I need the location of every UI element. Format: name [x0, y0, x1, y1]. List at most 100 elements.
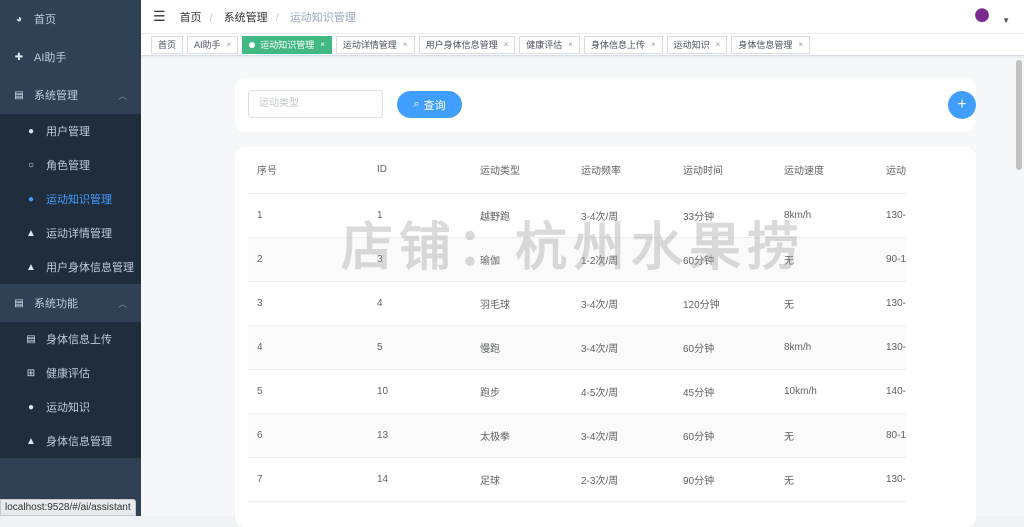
sidebar: ◕ 首页 ✚ AI助手 ▤ 系统管理 ︿ ● 用户管理 ○ 角色管理 ● 运动知识管理 ▲ 运动… [0, 0, 141, 516]
table-row[interactable]: 714足球2-3次/周90分钟无130-1 [248, 457, 906, 502]
tag-label: 运动知识 [673, 40, 710, 50]
tag-6[interactable]: 身体信息上传 × [583, 35, 663, 54]
menu-exercise-knowledge[interactable]: ● 运动知识 [0, 390, 141, 424]
menu-role-management[interactable]: ○ 角色管理 [0, 148, 141, 182]
table-row[interactable]: 34羽毛球3-4次/周120分钟无130-1 [248, 281, 906, 326]
menu-health-assessment[interactable]: ⊞ 健康评估 [0, 356, 141, 390]
menu-body-info-upload[interactable]: ▤ 身体信息上传 [0, 322, 141, 356]
menu-body-info-management[interactable]: ▲ 身体信息管理 [0, 424, 141, 458]
tag-7[interactable]: 运动知识 × [666, 35, 728, 54]
column-header: 运动速度 [775, 147, 877, 194]
scrollbar[interactable] [1016, 0, 1022, 516]
menu-exercise-detail-management[interactable]: ▲ 运动详情管理 [0, 216, 141, 250]
table-row[interactable]: 613太极拳3-4次/周60分钟无80-10 [248, 413, 906, 458]
menu-exercise-knowledge-management[interactable]: ● 运动知识管理 [0, 182, 141, 216]
table-cell: 5 [368, 325, 471, 370]
table-cell: 跑步 [471, 369, 572, 414]
table-cell: 10km/h [775, 369, 877, 414]
menu-system-functions[interactable]: ▤ 系统功能 ︿ [0, 284, 141, 322]
tag-label: 健康评估 [526, 40, 563, 50]
tag-0[interactable]: 首页 [151, 35, 184, 54]
menu-user-management[interactable]: ● 用户管理 [0, 114, 141, 148]
tags-view: 首页 AI助手 × 运动知识管理 × 运动详情管理 × 用户身体信息管理 × 健康评估 × 身体信息上… [141, 34, 1024, 56]
table-row[interactable]: 11越野跑3-4次/周33分钟8km/h130-1 [248, 193, 906, 238]
ai-icon: ✚ [14, 51, 24, 63]
tag-label: 运动详情管理 [342, 40, 397, 50]
hamburger-icon[interactable]: ☰ [153, 8, 166, 25]
column-header: 运动 [877, 147, 906, 194]
menu-ai-assistant[interactable]: ✚ AI助手 [0, 38, 141, 76]
table-cell: 45分钟 [674, 369, 775, 414]
table-cell: 慢跑 [471, 325, 572, 370]
table-cell: 8km/h [775, 325, 877, 370]
table-cell: 3 [248, 281, 368, 326]
table-card: 序号 ID 运动类型 运动频率 运动时间 运动速度 运动 1 1 越野跑 3-4次/周 33分钟 8k… [235, 147, 976, 527]
table-cell: 瑜伽 [471, 237, 572, 282]
table-cell: 无 [775, 237, 877, 282]
tag-2[interactable]: 运动知识管理 × [242, 35, 332, 54]
table-cell: 足球 [471, 457, 572, 502]
close-icon[interactable]: × [320, 40, 325, 49]
table-cell: 80-10 [877, 413, 906, 458]
table-row[interactable]: 45慢跑3-4次/周60分钟8km/h130-1 [248, 325, 906, 370]
user-outline-icon: ○ [27, 159, 35, 171]
close-icon[interactable]: × [403, 40, 408, 49]
table-cell: 120分钟 [674, 281, 775, 326]
table-row[interactable]: 510跑步4-5次/周45分钟10km/h140-1 [248, 369, 906, 414]
menu-home[interactable]: ◕ 首页 [0, 0, 141, 38]
close-icon[interactable]: × [651, 40, 656, 49]
table-row[interactable]: 23瑜伽1-2次/周60分钟无90-11 [248, 237, 906, 282]
table-cell: 60分钟 [674, 413, 775, 458]
user-icon: ● [27, 125, 35, 137]
tag-label: 运动知识管理 [260, 40, 315, 50]
table-cell: 越野跑 [471, 193, 572, 238]
bulb-icon: ● [27, 401, 35, 413]
medical-box-icon: ⊞ [26, 367, 36, 379]
table-cell: 2 [248, 237, 368, 282]
add-button[interactable]: + [948, 91, 976, 119]
table-cell: 8km/h [775, 193, 877, 238]
caret-down-icon[interactable]: ▼ [1002, 16, 1010, 25]
user-icon: ● [27, 193, 35, 205]
stamp-icon: ▲ [26, 435, 36, 447]
table-cell: 3 [368, 237, 471, 282]
search-card: 运动类型 ⌕ 查询 + [235, 78, 976, 132]
tag-5[interactable]: 健康评估 × [519, 35, 580, 54]
dashboard-icon: ◕ [15, 13, 23, 25]
table-cell: 1-2次/周 [572, 237, 674, 282]
close-icon[interactable]: × [798, 40, 803, 49]
breadcrumb-system: 系统管理 [223, 11, 268, 24]
close-icon[interactable]: × [716, 40, 721, 49]
search-icon: ⌕ [413, 98, 420, 110]
table-cell: 6 [248, 413, 368, 458]
tag-3[interactable]: 运动详情管理 × [335, 35, 415, 54]
table-cell: 5 [248, 369, 368, 414]
search-button[interactable]: ⌕ 查询 [397, 91, 462, 118]
avatar[interactable] [970, 8, 994, 26]
exercise-type-input[interactable]: 运动类型 [248, 90, 383, 118]
document-icon: ▤ [26, 333, 36, 345]
tag-8[interactable]: 身体信息管理 × [731, 35, 811, 54]
tag-1[interactable]: AI助手 × [187, 35, 239, 54]
table-cell: 140-1 [877, 369, 906, 414]
menu-user-body-info-management[interactable]: ▲ 用户身体信息管理 [0, 250, 141, 284]
table-cell: 130-1 [877, 281, 906, 326]
breadcrumb-home[interactable]: 首页 [180, 12, 202, 24]
close-icon[interactable]: × [568, 40, 573, 49]
table-cell: 90-11 [877, 237, 906, 282]
table-cell: 130-1 [877, 457, 906, 502]
column-header: ID [368, 147, 471, 194]
tag-label: AI助手 [194, 40, 221, 50]
close-icon[interactable]: × [504, 40, 509, 49]
close-icon[interactable]: × [227, 40, 232, 49]
tag-label: 身体信息管理 [738, 40, 793, 50]
breadcrumb: 首页 / 系统管理 / 运动知识管理 [179, 11, 356, 24]
table-cell: 3-4次/周 [572, 281, 674, 326]
main: ☰ 首页 / 系统管理 / 运动知识管理 ▼ 首页 AI助手 × 运动知识管理 × 运动详情管… [141, 0, 1024, 527]
tag-4[interactable]: 用户身体信息管理 × [418, 35, 516, 54]
exercise-table: 序号 ID 运动类型 运动频率 运动时间 运动速度 运动 1 1 越野跑 3-4次/周 33分钟 8k… [248, 147, 906, 502]
menu-system-management[interactable]: ▤ 系统管理 ︿ [0, 76, 141, 114]
column-header: 运动时间 [674, 147, 775, 194]
table-cell: 3-4次/周 [572, 325, 674, 370]
table-cell: 130-1 [877, 193, 906, 238]
